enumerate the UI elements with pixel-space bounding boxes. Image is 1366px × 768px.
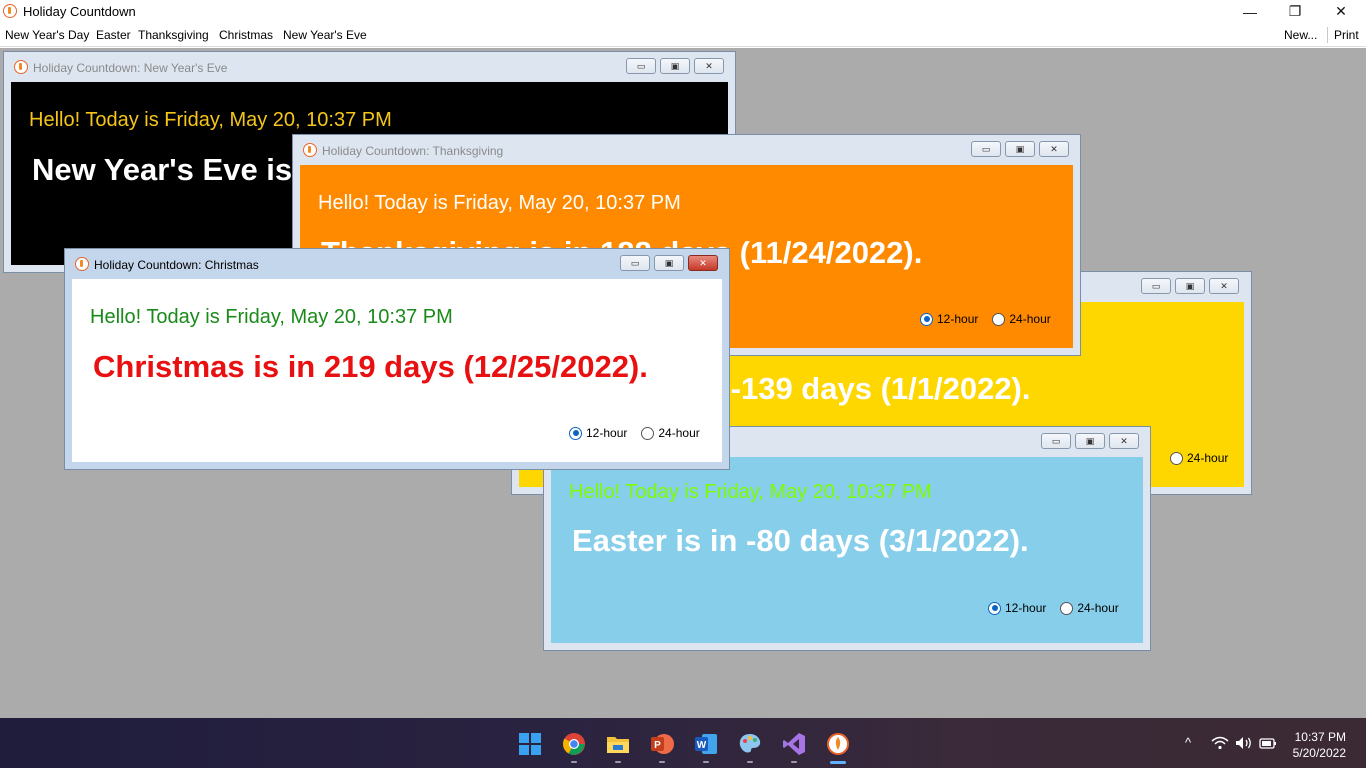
svg-text:W: W <box>697 740 707 751</box>
greeting-text: Hello! Today is Friday, May 20, 10:37 PM <box>569 481 932 503</box>
wifi-icon[interactable] <box>1211 736 1229 753</box>
visual-studio-icon[interactable] <box>782 732 806 756</box>
svg-text:P: P <box>654 740 661 751</box>
main-title-bar: Holiday Countdown — ❐ ✕ <box>0 0 1366 23</box>
menu-new[interactable]: New... <box>1284 28 1317 42</box>
running-indicator <box>703 761 709 763</box>
window-body: Hello! Today is Friday, May 20, 10:37 PM… <box>72 279 722 462</box>
time-format-radios: 24-hour <box>1170 451 1238 465</box>
menu-thanksgiving[interactable]: Thanksgiving <box>138 28 209 42</box>
radio-12-hour[interactable] <box>920 312 933 326</box>
time-format-radios: 12-hour 24-hour <box>569 426 710 440</box>
menu-bar: New Year's Day Easter Thanksgiving Chris… <box>0 23 1366 47</box>
running-indicator <box>615 761 621 763</box>
window-body: Hello! Today is Friday, May 20, 10:37 PM… <box>551 457 1143 643</box>
chrome-icon[interactable] <box>562 732 586 756</box>
countdown-text: Christmas is in 219 days (12/25/2022). <box>93 349 648 384</box>
close-button[interactable]: ✕ <box>1318 0 1364 23</box>
minimize-button[interactable]: ▭ <box>971 141 1001 157</box>
app-icon <box>3 4 17 18</box>
paint-icon[interactable] <box>738 732 762 756</box>
close-button[interactable]: ✕ <box>694 58 724 74</box>
radio-12-hour-label: 12-hour <box>586 426 628 440</box>
menu-christmas[interactable]: Christmas <box>219 28 273 42</box>
countdown-text: New Year's Eve is <box>32 152 293 187</box>
mdi-area: Holiday Countdown: New Year's Eve ▭ ▣ ✕ … <box>0 48 1366 718</box>
word-icon[interactable]: W <box>694 732 718 756</box>
radio-24-hour-label: 24-hour <box>1187 451 1229 465</box>
countdown-text: Easter is in -80 days (3/1/2022). <box>572 523 1029 558</box>
radio-24-hour[interactable] <box>1170 451 1183 465</box>
file-explorer-icon[interactable] <box>606 732 630 756</box>
greeting-text: Hello! Today is Friday, May 20, 10:37 PM <box>29 109 392 131</box>
menu-print[interactable]: Print <box>1334 28 1359 42</box>
restore-button[interactable]: ▣ <box>660 58 690 74</box>
restore-button[interactable]: ▣ <box>1005 141 1035 157</box>
battery-icon[interactable] <box>1259 736 1277 753</box>
running-indicator <box>659 761 665 763</box>
running-indicator <box>747 761 753 763</box>
window-title: Holiday Countdown: Christmas <box>94 258 259 272</box>
minimize-button[interactable]: — <box>1227 0 1273 23</box>
app-icon <box>303 143 317 157</box>
menu-new-years-eve[interactable]: New Year's Eve <box>283 28 367 42</box>
radio-12-hour[interactable] <box>988 601 1001 615</box>
close-button[interactable]: ✕ <box>1039 141 1069 157</box>
active-indicator <box>830 761 846 764</box>
radio-12-hour-label: 12-hour <box>1005 601 1047 615</box>
window-title-bar[interactable]: Holiday Countdown: New Year's Eve ▭ ▣ ✕ <box>4 52 735 82</box>
menu-separator <box>1327 27 1328 43</box>
minimize-button[interactable]: ▭ <box>1041 433 1071 449</box>
taskbar: P W ^ 10:37 PM 5/20/2022 <box>0 718 1366 768</box>
close-button[interactable]: ✕ <box>688 255 718 271</box>
menu-new-years-day[interactable]: New Year's Day <box>5 28 89 42</box>
time-format-radios: 12-hour 24-hour <box>920 312 1061 326</box>
app-icon <box>14 60 28 74</box>
radio-12-hour-label: 12-hour <box>937 312 979 326</box>
holiday-countdown-icon[interactable] <box>826 732 850 756</box>
radio-24-hour[interactable] <box>1060 601 1074 615</box>
radio-24-hour-label: 24-hour <box>1009 312 1051 326</box>
running-indicator <box>571 761 577 763</box>
radio-24-hour[interactable] <box>992 312 1006 326</box>
close-button[interactable]: ✕ <box>1109 433 1139 449</box>
window-title: Holiday Countdown: New Year's Eve <box>33 61 228 75</box>
minimize-button[interactable]: ▭ <box>626 58 656 74</box>
menu-easter[interactable]: Easter <box>96 28 131 42</box>
restore-button[interactable]: ❐ <box>1272 0 1318 23</box>
window-title: Holiday Countdown: Thanksgiving <box>322 144 504 158</box>
greeting-text: Hello! Today is Friday, May 20, 10:37 PM <box>90 306 453 328</box>
start-icon[interactable] <box>518 732 542 756</box>
greeting-text: Hello! Today is Friday, May 20, 10:37 PM <box>318 192 681 214</box>
radio-12-hour[interactable] <box>569 426 582 440</box>
restore-button[interactable]: ▣ <box>1075 433 1105 449</box>
minimize-button[interactable]: ▭ <box>620 255 650 271</box>
clock-date: 5/20/2022 <box>1292 746 1346 760</box>
window-title-bar[interactable]: Holiday Countdown: Thanksgiving ▭ ▣ ✕ <box>293 135 1080 165</box>
minimize-button[interactable]: ▭ <box>1141 278 1171 294</box>
window-title-bar[interactable]: Holiday Countdown: Christmas ▭ ▣ ✕ <box>65 249 729 279</box>
window-christmas[interactable]: Holiday Countdown: Christmas ▭ ▣ ✕ Hello… <box>64 248 730 470</box>
app-icon <box>75 257 89 271</box>
volume-icon[interactable] <box>1235 736 1253 753</box>
time-format-radios: 12-hour 24-hour <box>988 601 1129 615</box>
restore-button[interactable]: ▣ <box>654 255 684 271</box>
close-button[interactable]: ✕ <box>1209 278 1239 294</box>
radio-24-hour[interactable] <box>641 426 655 440</box>
system-clock[interactable]: 10:37 PM 5/20/2022 <box>1293 729 1346 761</box>
powerpoint-icon[interactable]: P <box>650 732 674 756</box>
running-indicator <box>791 761 797 763</box>
app-title: Holiday Countdown <box>23 4 136 19</box>
radio-24-hour-label: 24-hour <box>1077 601 1119 615</box>
restore-button[interactable]: ▣ <box>1175 278 1205 294</box>
tray-chevron-icon[interactable]: ^ <box>1185 735 1191 750</box>
radio-24-hour-label: 24-hour <box>658 426 700 440</box>
clock-time: 10:37 PM <box>1294 730 1346 744</box>
